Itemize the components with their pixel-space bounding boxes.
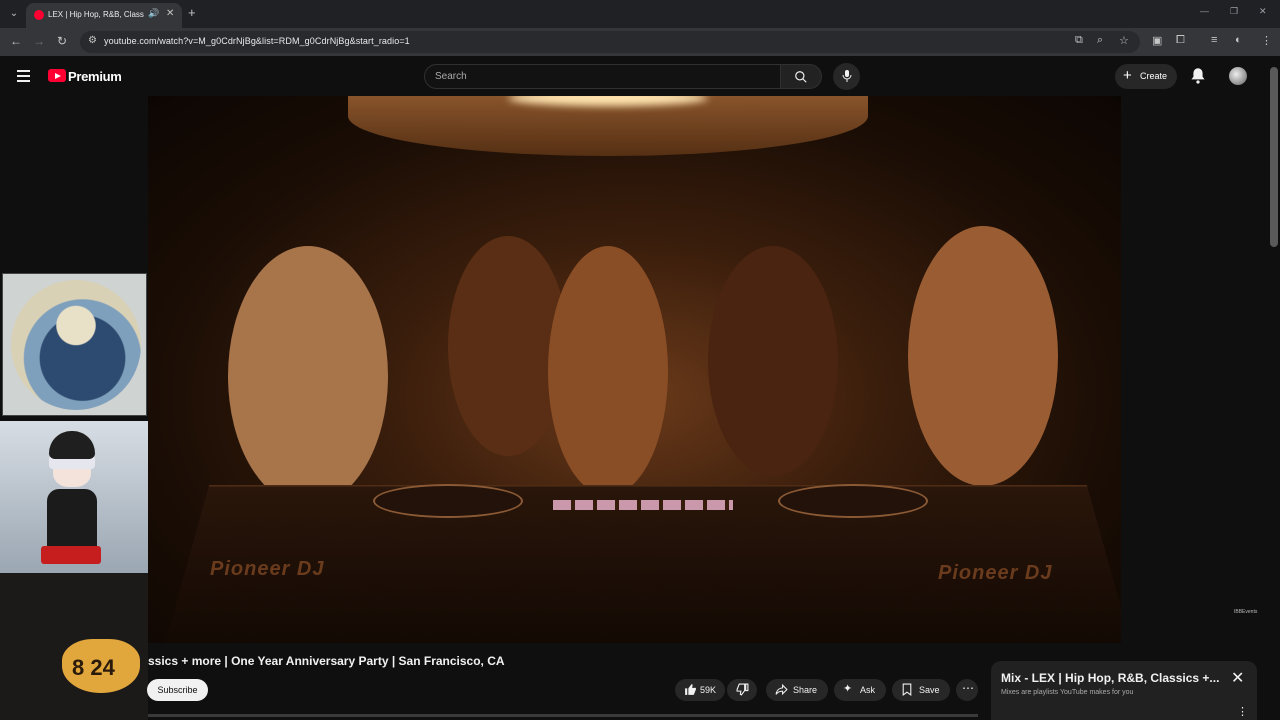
install-app-icon[interactable]: ⧉: [1075, 34, 1083, 47]
youtube-logo-icon[interactable]: [48, 69, 66, 82]
back-arrow-icon[interactable]: ←: [10, 34, 22, 48]
share-label: Share: [793, 685, 818, 695]
page-scrollbar[interactable]: [1270, 67, 1278, 247]
zoom-icon[interactable]: ⌕: [1097, 34, 1103, 47]
share-button[interactable]: Share: [766, 679, 828, 701]
tab-close-icon[interactable]: ✕: [166, 8, 174, 19]
sparkle-icon: ✦: [843, 683, 853, 695]
youtube-header: Premium Search + Create: [0, 56, 1280, 96]
video-frame-person: [708, 246, 838, 476]
close-icon[interactable]: ✕: [1231, 671, 1244, 687]
character-sleeve: [41, 546, 101, 564]
account-avatar[interactable]: [1229, 67, 1247, 85]
voice-search-button[interactable]: [833, 63, 860, 90]
close-window-button[interactable]: ✕: [1259, 6, 1267, 17]
forward-arrow-icon[interactable]: →: [33, 34, 45, 48]
search-placeholder: Search: [435, 71, 467, 82]
mix-subtitle: Mixes are playlists YouTube makes for yo…: [1001, 689, 1134, 696]
notifications-bell-icon[interactable]: [1190, 67, 1206, 84]
create-label: Create: [1140, 71, 1168, 81]
more-vertical-icon[interactable]: ⋮: [1237, 705, 1248, 718]
like-count: 59K: [700, 685, 717, 695]
page-divider: [148, 714, 978, 717]
ask-button[interactable]: ✦ Ask: [834, 679, 886, 701]
video-frame-person: [548, 246, 668, 496]
youtube-favicon-icon: [34, 10, 44, 20]
browser-tab-strip: ⌄ LEX | Hip Hop, R&B, Classics 🔊 ✕ + — ❐…: [0, 0, 1280, 28]
plus-icon: +: [1123, 67, 1132, 84]
address-bar[interactable]: ⚙ youtube.com/watch?v=M_g0CdrNjBg&list=R…: [80, 31, 1140, 53]
search-button[interactable]: [780, 64, 822, 89]
bookmark-icon: [902, 683, 912, 696]
jersey-number: 8 24: [72, 655, 115, 680]
ask-label: Ask: [860, 685, 876, 695]
url-text: youtube.com/watch?v=M_g0CdrNjBg&list=RDM…: [104, 36, 410, 46]
thumbs-up-icon: [685, 684, 696, 695]
dislike-button[interactable]: [727, 679, 757, 701]
video-frame-person: [228, 246, 388, 506]
save-button[interactable]: Save: [892, 679, 950, 701]
like-button[interactable]: 59K: [675, 679, 725, 701]
video-frame-jogwheel: [373, 484, 523, 518]
bookmark-star-icon[interactable]: ☆: [1119, 34, 1129, 47]
save-label: Save: [919, 685, 940, 695]
thumbs-down-icon: [736, 683, 749, 696]
great-wave-image: [11, 280, 141, 410]
deck-brand-left: Pioneer DJ: [210, 558, 325, 580]
video-watermark: IBBEvents: [1234, 609, 1258, 615]
character-beanie: [49, 431, 95, 459]
wave-artwork-thumbnail: [2, 273, 147, 416]
video-player[interactable]: Pioneer DJ Pioneer DJ: [148, 96, 1121, 643]
reload-icon[interactable]: ↻: [57, 34, 67, 48]
media-control-icon[interactable]: ≡: [1211, 34, 1217, 46]
mix-playlist-panel[interactable]: Mix - LEX | Hip Hop, R&B, Classics +... …: [991, 661, 1257, 720]
browser-toolbar: ← → ↻ ⚙ youtube.com/watch?v=M_g0CdrNjBg&…: [0, 28, 1280, 56]
audio-playing-icon[interactable]: 🔊: [148, 8, 159, 19]
share-arrow-icon: [775, 683, 788, 696]
deck-brand-right: Pioneer DJ: [938, 562, 1053, 584]
video-frame-jogwheel: [778, 484, 928, 518]
mix-title[interactable]: Mix - LEX | Hip Hop, R&B, Classics +...: [1001, 671, 1221, 685]
site-info-icon[interactable]: ⚙: [88, 35, 97, 46]
subscribe-button[interactable]: Subscribe: [147, 679, 208, 701]
extensions-puzzle-icon[interactable]: ⧠: [1176, 34, 1185, 47]
more-actions-button[interactable]: ⋯: [956, 679, 978, 701]
profile-icon[interactable]: ◐: [1235, 34, 1242, 46]
youtube-premium-label[interactable]: Premium: [68, 69, 122, 84]
tab-title: LEX | Hip Hop, R&B, Classics: [48, 10, 144, 19]
webcam-thumbnail: 8 24: [0, 573, 148, 720]
search-icon: [795, 71, 807, 83]
minimize-button[interactable]: —: [1200, 6, 1209, 16]
video-frame-pads: [553, 500, 733, 510]
video-frame-person: [908, 226, 1058, 486]
browser-menu-icon[interactable]: ⋮: [1261, 34, 1272, 47]
microphone-icon: [842, 70, 851, 82]
create-button[interactable]: + Create: [1115, 64, 1177, 89]
character-figure: [41, 431, 101, 571]
extension-icon[interactable]: ▣: [1152, 34, 1162, 47]
new-tab-button[interactable]: +: [188, 5, 196, 20]
video-title: ssics + more | One Year Anniversary Part…: [148, 654, 505, 668]
tab-search-icon[interactable]: ⌄: [6, 6, 22, 22]
browser-tab[interactable]: LEX | Hip Hop, R&B, Classics 🔊 ✕: [26, 3, 182, 28]
maximize-button[interactable]: ❐: [1230, 6, 1238, 17]
anime-character-thumbnail: [0, 421, 148, 573]
search-input[interactable]: Search: [424, 64, 781, 89]
hamburger-menu-icon[interactable]: [17, 70, 31, 82]
more-horizontal-icon: ⋯: [962, 681, 974, 695]
